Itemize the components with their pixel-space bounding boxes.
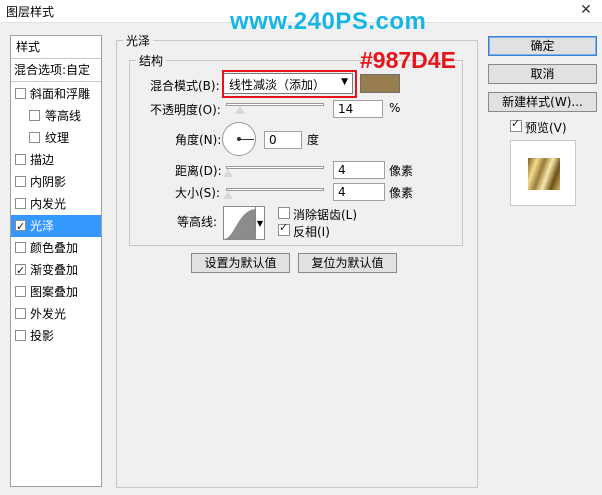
- distance-label: 距离(D):: [175, 164, 222, 178]
- ok-button[interactable]: 确定: [488, 36, 597, 56]
- color-swatch[interactable]: [360, 74, 400, 93]
- preview-checkbox[interactable]: [510, 117, 522, 132]
- checkbox[interactable]: [15, 242, 26, 253]
- size-slider-handle[interactable]: [223, 191, 233, 199]
- divider: [11, 81, 101, 82]
- style-item-stroke[interactable]: 描边: [11, 149, 101, 171]
- chevron-down-icon: ▼: [256, 219, 264, 228]
- style-item-gradient-overlay[interactable]: 渐变叠加: [11, 259, 101, 282]
- style-item-outer-glow[interactable]: 外发光: [11, 303, 101, 325]
- distance-slider[interactable]: [226, 166, 324, 169]
- checkbox[interactable]: [29, 110, 40, 121]
- highlight-box: [222, 70, 357, 98]
- close-icon: ✕: [580, 2, 592, 18]
- style-item-contour[interactable]: 等高线: [11, 105, 101, 127]
- opacity-label: 不透明度(O):: [150, 103, 221, 117]
- style-item-satin[interactable]: 光泽: [11, 215, 101, 238]
- angle-dial-hand: [239, 139, 254, 140]
- angle-unit: 度: [307, 133, 320, 147]
- style-item-bevel[interactable]: 斜面和浮雕: [11, 83, 101, 105]
- styles-header[interactable]: 样式: [11, 36, 101, 58]
- checkbox[interactable]: [15, 198, 26, 209]
- checkbox[interactable]: [15, 286, 26, 297]
- checkbox[interactable]: [15, 330, 26, 341]
- checkbox[interactable]: [15, 176, 26, 187]
- checkbox[interactable]: [29, 132, 40, 143]
- opacity-slider-handle[interactable]: [234, 106, 245, 114]
- angle-dial[interactable]: [222, 122, 256, 156]
- checkbox[interactable]: [15, 260, 26, 282]
- color-annotation: #987D4E: [360, 47, 456, 73]
- angle-label: 角度(N):: [175, 133, 222, 147]
- angle-input[interactable]: 0: [264, 131, 302, 149]
- checkbox[interactable]: [15, 154, 26, 165]
- structure-group-title: 结构: [139, 54, 164, 68]
- contour-curve-icon: [224, 209, 255, 239]
- style-item-texture[interactable]: 纹理: [11, 127, 101, 149]
- distance-input[interactable]: 4: [333, 161, 385, 179]
- style-item-color-overlay[interactable]: 颜色叠加: [11, 237, 101, 259]
- checkbox[interactable]: [15, 88, 26, 99]
- invert-label: 反相(I): [293, 225, 330, 239]
- style-item-inner-shadow[interactable]: 内阴影: [11, 171, 101, 193]
- contour-dropdown[interactable]: ▼: [256, 206, 265, 240]
- cancel-button[interactable]: 取消: [488, 64, 597, 84]
- style-preview: [510, 140, 576, 206]
- invert-checkbox[interactable]: [278, 221, 290, 236]
- distance-unit: 像素: [389, 164, 414, 178]
- blend-mode-label: 混合模式(B):: [150, 79, 220, 93]
- close-button[interactable]: ✕: [574, 0, 598, 20]
- style-item-inner-glow[interactable]: 内发光: [11, 193, 101, 215]
- style-item-drop-shadow[interactable]: 投影: [11, 325, 101, 347]
- checkbox[interactable]: [15, 308, 26, 319]
- angle-dial-center: [237, 137, 241, 141]
- make-default-button[interactable]: 设置为默认值: [191, 253, 290, 273]
- distance-slider-handle[interactable]: [223, 169, 233, 177]
- satin-group-title: 光泽: [126, 34, 151, 48]
- antialias-checkbox[interactable]: [278, 207, 290, 219]
- checkbox[interactable]: [15, 216, 26, 238]
- style-item-pattern-overlay[interactable]: 图案叠加: [11, 281, 101, 303]
- window-title: 图层样式: [6, 5, 55, 19]
- size-input[interactable]: 4: [333, 183, 385, 201]
- size-slider[interactable]: [226, 188, 324, 191]
- styles-list: 样式 混合选项:自定 斜面和浮雕 等高线 纹理 描边 内阴影 内发光 光泽 颜色…: [10, 35, 102, 487]
- new-style-button[interactable]: 新建样式(W)...: [488, 92, 597, 112]
- opacity-unit: %: [389, 101, 401, 115]
- contour-label: 等高线:: [177, 215, 218, 229]
- reset-default-button[interactable]: 复位为默认值: [298, 253, 397, 273]
- blend-options-item[interactable]: 混合选项:自定: [11, 59, 101, 81]
- contour-preview[interactable]: [223, 206, 256, 240]
- antialias-label: 消除锯齿(L): [293, 208, 358, 222]
- size-unit: 像素: [389, 186, 414, 200]
- opacity-input[interactable]: 14: [333, 100, 383, 118]
- size-label: 大小(S):: [175, 186, 221, 200]
- preview-label: 预览(V): [525, 121, 567, 135]
- preview-thumbnail: [528, 158, 560, 190]
